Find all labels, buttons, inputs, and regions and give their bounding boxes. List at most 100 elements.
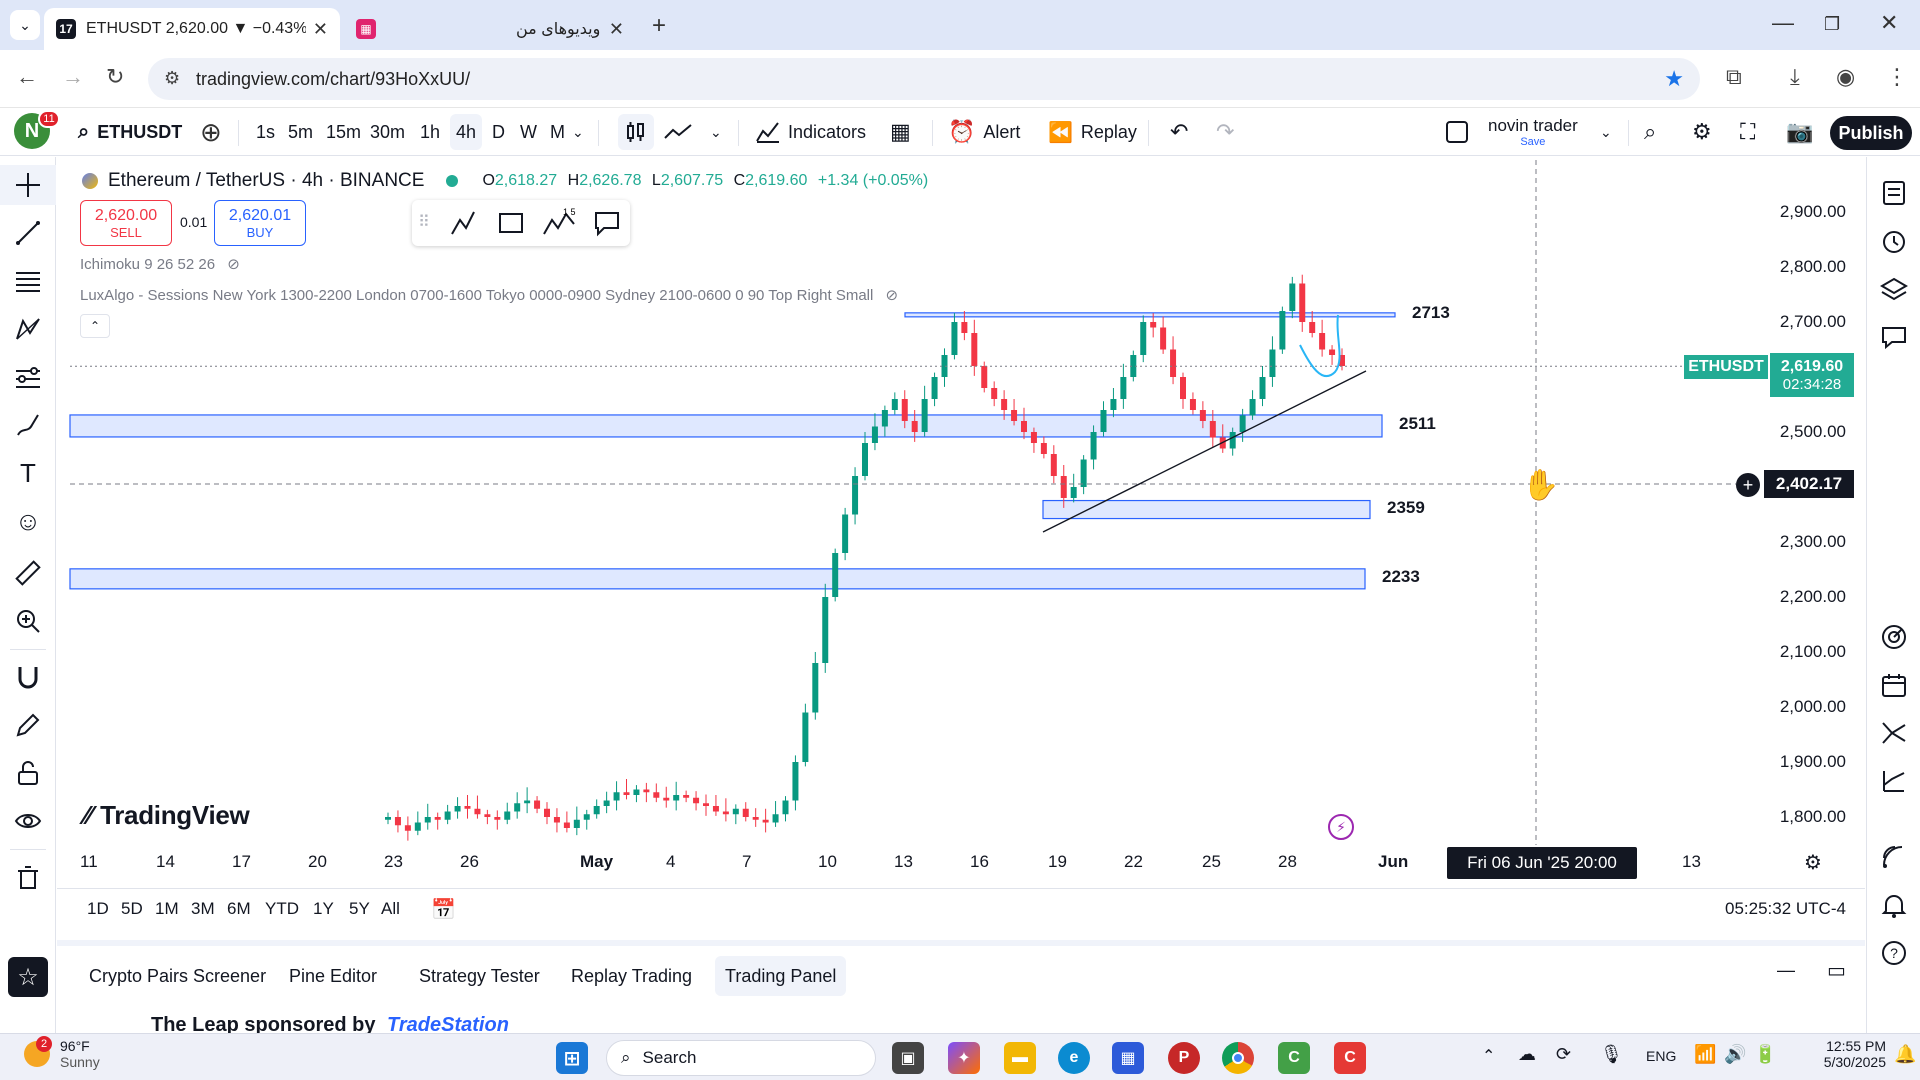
start-button[interactable]: ⊞ <box>556 1042 588 1074</box>
maximize-panel-icon[interactable]: ▭ <box>1827 958 1846 983</box>
logo-text: TradingView <box>100 800 250 830</box>
time-tick: 25 <box>1202 852 1221 871</box>
chrome-icon[interactable] <box>1222 1042 1254 1074</box>
help-icon: ? <box>1882 941 1906 965</box>
interval-15m[interactable]: 15m <box>326 108 361 156</box>
callout-tool-icon[interactable] <box>592 208 622 243</box>
task-view-icon[interactable]: ▣ <box>892 1042 924 1074</box>
candle <box>1080 455 1087 495</box>
interval-1h[interactable]: 1h <box>420 108 440 156</box>
floating-drawing-bar: ⠿ 1 5 <box>412 200 630 246</box>
range-1Y[interactable]: 1Y <box>313 899 334 919</box>
interval-30m[interactable]: 30m <box>370 108 405 156</box>
range-5Y[interactable]: 5Y <box>349 899 370 919</box>
minimize-panel-icon[interactable]: — <box>1777 960 1795 981</box>
volume-icon[interactable]: 🔊 <box>1724 1044 1746 1065</box>
range-All[interactable]: All <box>381 899 400 919</box>
copilot-icon[interactable]: ✦ <box>948 1042 980 1074</box>
clock-time: 12:55 PM <box>1826 1038 1886 1054</box>
range-1D[interactable]: 1D <box>87 899 109 919</box>
chart-title[interactable]: Ethereum / TetherUS · 4h · BINANCE <box>108 170 424 192</box>
candle <box>1180 372 1186 409</box>
range-3M[interactable]: 3M <box>191 899 215 919</box>
panel-tab[interactable]: Pine Editor <box>279 956 387 996</box>
elliott-wave-icon[interactable]: 1 5 <box>542 207 576 243</box>
level-zone-2511[interactable] <box>69 414 1383 438</box>
interval-5m[interactable]: 5m <box>288 108 313 156</box>
high-label: H <box>567 172 580 189</box>
panel-tab[interactable]: Trading Panel <box>715 956 847 996</box>
candle <box>1090 425 1097 470</box>
tray-cloud-icon[interactable]: ☁ <box>1518 1044 1536 1065</box>
favorites-button[interactable]: ☆ <box>8 957 48 997</box>
hidden-eye-icon[interactable]: ⊘ <box>227 256 240 273</box>
time-tick: 7 <box>742 852 752 871</box>
wifi-icon[interactable]: 📶 <box>1694 1044 1716 1065</box>
candle <box>762 808 769 833</box>
tray-mic-icon[interactable]: 🎙 <box>1600 1044 1623 1065</box>
range-YTD[interactable]: YTD <box>265 899 299 919</box>
level-zone-2233[interactable] <box>69 568 1366 590</box>
add-alert-plus-icon[interactable]: + <box>1736 473 1760 497</box>
candle <box>643 782 650 803</box>
goto-date-icon[interactable]: 📅 <box>431 897 456 922</box>
panel-tab[interactable]: Replay Trading <box>561 956 702 996</box>
panel-tab[interactable]: Crypto Pairs Screener <box>79 956 276 996</box>
clock-status[interactable]: 05:25:32 UTC-4 <box>1725 899 1846 919</box>
range-6M[interactable]: 6M <box>227 899 251 919</box>
chart-settings-gear-icon[interactable]: ⚙ <box>1804 850 1822 875</box>
taskbar-search[interactable]: ⌕ Search <box>606 1040 876 1076</box>
range-1M[interactable]: 1M <box>155 899 179 919</box>
app-red-icon[interactable]: C <box>1334 1042 1366 1074</box>
file-explorer-icon[interactable]: ▬ <box>1004 1042 1036 1074</box>
path-tool-icon[interactable] <box>448 208 478 243</box>
candle <box>673 781 680 811</box>
interval-W[interactable]: W <box>520 108 537 156</box>
drag-handle-icon[interactable]: ⠿ <box>418 212 430 232</box>
lightning-icon[interactable]: ⚡ <box>1328 814 1354 840</box>
interval-1s[interactable]: 1s <box>256 108 275 156</box>
level-zone-2713[interactable] <box>904 312 1396 318</box>
interval-4h[interactable]: 4h <box>450 114 483 150</box>
sell-button[interactable]: 2,620.00 SELL <box>80 200 172 246</box>
candle <box>1279 306 1286 354</box>
candle <box>573 806 580 836</box>
app-green-icon[interactable]: C <box>1278 1042 1310 1074</box>
indicator-ichimoku[interactable]: Ichimoku 9 26 52 26 ⊘ <box>80 255 240 273</box>
interval-M[interactable]: M <box>550 108 565 156</box>
clock[interactable]: 12:55 PM 5/30/2025 <box>1796 1038 1886 1070</box>
notification-center-icon[interactable]: 🔔 <box>1894 1044 1916 1065</box>
indicator-luxalgo[interactable]: LuxAlgo - Sessions New York 1300-2200 Lo… <box>80 286 898 304</box>
weather-widget[interactable]: 2 96°F Sunny <box>24 1036 100 1070</box>
tray-chevron-icon[interactable]: ⌃ <box>1482 1046 1495 1066</box>
interval-D[interactable]: D <box>492 108 505 156</box>
time-tick: Jun <box>1378 852 1409 871</box>
store-icon[interactable]: ▦ <box>1112 1042 1144 1074</box>
candle <box>1269 336 1276 387</box>
candle <box>434 812 441 830</box>
candle <box>732 804 739 825</box>
help-button[interactable]: ? <box>1867 933 1920 973</box>
buy-button[interactable]: 2,620.01 BUY <box>214 200 306 246</box>
crosshair-time-label: Fri 06 Jun '25 20:00 <box>1447 847 1637 879</box>
tray-sync-icon[interactable]: ⟳ <box>1556 1044 1571 1065</box>
candle <box>1140 315 1147 363</box>
panel-tab[interactable]: Strategy Tester <box>409 956 550 996</box>
level-zone-2359[interactable] <box>1042 499 1371 520</box>
time-tick: 10 <box>818 852 837 871</box>
candle <box>1100 401 1107 437</box>
candle <box>951 313 958 360</box>
hidden-eye-icon[interactable]: ⊘ <box>886 287 899 304</box>
language-indicator[interactable]: ENG <box>1646 1048 1676 1064</box>
edge-icon[interactable]: e <box>1058 1042 1090 1074</box>
rectangle-tool-icon[interactable] <box>496 208 526 243</box>
time-tick: 28 <box>1278 852 1297 871</box>
app-p-icon[interactable]: P <box>1168 1042 1200 1074</box>
svg-text:1 5: 1 5 <box>563 208 576 217</box>
collapse-legend-button[interactable]: ⌃ <box>80 314 110 338</box>
battery-icon[interactable]: 🔋 <box>1754 1044 1776 1065</box>
price-tick: 1,800.00 <box>1779 807 1846 826</box>
range-5D[interactable]: 5D <box>121 899 143 919</box>
candle <box>703 794 709 816</box>
candle <box>553 808 560 833</box>
